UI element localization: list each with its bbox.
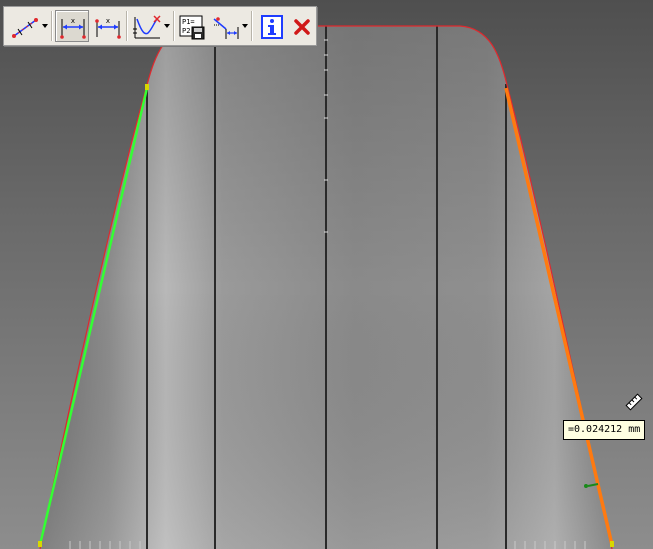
close-icon	[294, 19, 310, 35]
svg-text:x: x	[106, 17, 110, 25]
measure-mode-button[interactable]	[7, 10, 41, 42]
measurement-readout: =0.024212 mm	[563, 420, 646, 440]
info-button[interactable]	[254, 10, 288, 42]
measurement-toolbar: x x P1= P2	[3, 6, 317, 46]
close-button[interactable]	[284, 10, 318, 42]
horizontal-distance-icon: x	[60, 17, 86, 39]
endpoint-marker[interactable]	[145, 84, 149, 90]
profile-fit-icon	[133, 15, 161, 39]
angle-measure-button[interactable]	[209, 10, 243, 42]
svg-text:P2: P2	[182, 27, 190, 35]
measure-mode-icon	[12, 18, 38, 38]
endpoint-marker[interactable]	[610, 541, 614, 547]
toolbar-separator	[251, 11, 253, 41]
export-points-button[interactable]: P1= P2	[175, 10, 209, 42]
profile-fit-dropdown[interactable]	[163, 10, 171, 42]
svg-text:x: x	[71, 17, 75, 25]
horizontal-distance-alt-button[interactable]: x	[90, 10, 124, 42]
angle-measure-dropdown[interactable]	[241, 10, 249, 42]
toolbar-separator	[126, 11, 128, 41]
measurement-viewport[interactable]	[0, 0, 653, 549]
toolbar-separator	[51, 11, 53, 41]
profile-fit-button[interactable]	[129, 10, 163, 42]
horizontal-distance-alt-icon: x	[95, 17, 121, 39]
angle-measure-icon	[213, 17, 239, 39]
export-points-icon: P1= P2	[179, 15, 205, 40]
horizontal-distance-button[interactable]: x	[55, 10, 89, 42]
svg-text:P1=: P1=	[182, 18, 195, 26]
endpoint-marker[interactable]	[38, 541, 42, 547]
measure-mode-dropdown[interactable]	[41, 10, 49, 42]
